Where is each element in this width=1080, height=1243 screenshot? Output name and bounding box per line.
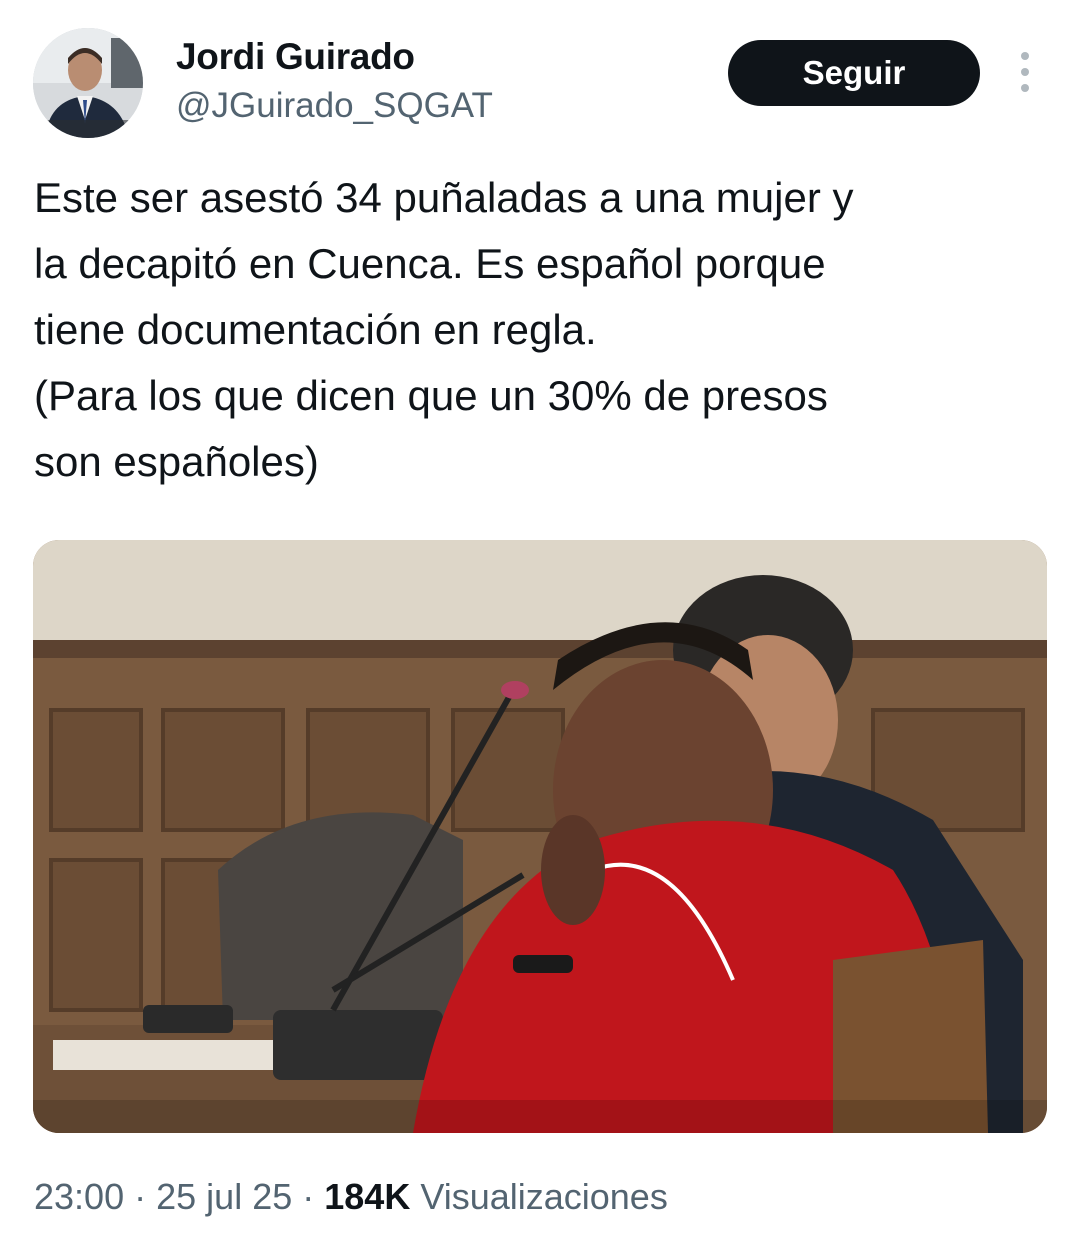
tweet-text-line: son españoles): [34, 438, 319, 485]
author-avatar[interactable]: [33, 28, 143, 138]
dot-icon: [1021, 52, 1029, 60]
views-label[interactable]: Visualizaciones: [420, 1176, 667, 1217]
author-handle[interactable]: @JGuirado_SQGAT: [176, 86, 493, 126]
tweet-text-line: Este ser asestó 34 puñaladas a una mujer…: [34, 174, 854, 221]
tweet-text: Este ser asestó 34 puñaladas a una mujer…: [34, 165, 1044, 495]
avatar-photo: [33, 28, 143, 138]
dot-icon: [1021, 68, 1029, 76]
separator: ·: [302, 1176, 315, 1217]
dot-icon: [1021, 84, 1029, 92]
vertical-ellipsis-icon[interactable]: [1012, 52, 1038, 92]
tweet-card: Jordi Guirado @JGuirado_SQGAT Seguir Est…: [0, 0, 1080, 1243]
follow-button[interactable]: Seguir: [728, 40, 980, 106]
tweet-text-line: (Para los que dicen que un 30% de presos: [34, 372, 828, 419]
author-display-name[interactable]: Jordi Guirado: [176, 36, 415, 78]
tweet-metadata: 23:00 · 25 jul 25 · 184K Visualizaciones: [34, 1176, 668, 1218]
separator: ·: [134, 1176, 147, 1217]
tweet-time[interactable]: 23:00: [34, 1176, 124, 1217]
tweet-date[interactable]: 25 jul 25: [156, 1176, 292, 1217]
tweet-text-line: la decapitó en Cuenca. Es español porque: [34, 240, 826, 287]
tweet-text-line: tiene documentación en regla.: [34, 306, 597, 353]
courtroom-photo: [33, 540, 1047, 1133]
views-count[interactable]: 184K: [324, 1176, 410, 1217]
tweet-media-photo[interactable]: [33, 540, 1047, 1133]
